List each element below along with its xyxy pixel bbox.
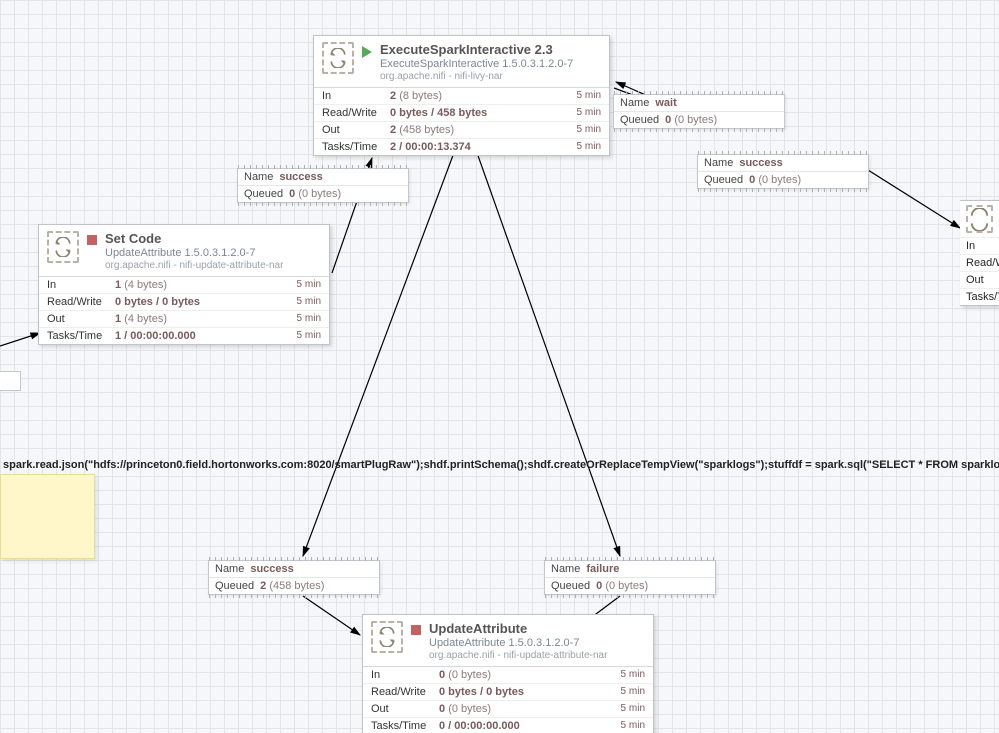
stat-value: 1 (4 bytes) (115, 313, 297, 325)
stat-label: Tasks/T (960, 288, 999, 305)
processor-type: UpdateAttribute 1.5.0.3.1.2.0-7 (105, 247, 283, 260)
connection-cutoff-left[interactable] (0, 371, 21, 391)
conn-label: Queued (551, 580, 590, 592)
processor-bundle: org.apache.nifi - nifi-update-attribute-… (105, 260, 283, 272)
stat-label: Out (371, 703, 439, 715)
stat-label: Out (322, 124, 390, 136)
stat-window: 5 min (577, 90, 601, 101)
conn-label: Queued (244, 188, 283, 200)
stat-label: In (47, 279, 115, 291)
stop-status-icon (411, 625, 421, 635)
conn-label: Name (551, 563, 580, 575)
conn-name: success (739, 157, 782, 169)
stat-label: In (371, 669, 439, 681)
stat-label: In (322, 90, 390, 102)
processor-title: ExecuteSparkInteractive 2.3 (380, 42, 573, 58)
stat-value: 0 (0 bytes) (439, 703, 621, 715)
conn-name: success (279, 171, 322, 183)
stat-label: Tasks/Time (322, 141, 390, 153)
conn-label: Queued (620, 114, 659, 126)
stat-window: 5 min (297, 296, 321, 307)
run-status-icon (362, 46, 372, 58)
stat-window: 5 min (297, 279, 321, 290)
stat-label: Tasks/Time (371, 720, 439, 732)
stat-value: 1 (4 bytes) (115, 279, 297, 291)
stat-label: Tasks/Time (47, 330, 115, 342)
stat-value: 0 / 00:00:00.000 (439, 720, 621, 732)
processor-bundle: org.apache.nifi - nifi-update-attribute-… (429, 650, 607, 662)
stat-label: In (960, 237, 999, 254)
stat-window: 5 min (577, 107, 601, 118)
stat-label: Read/Write (47, 296, 115, 308)
conn-name: failure (586, 563, 619, 575)
conn-queued: 0 (0 bytes) (289, 188, 341, 200)
processor-bundle: org.apache.nifi - nifi-livy-nar (380, 71, 573, 83)
stat-window: 5 min (621, 720, 645, 731)
stat-window: 5 min (297, 330, 321, 341)
stat-label: Read/Write (371, 686, 439, 698)
processor-update-attribute[interactable]: UpdateAttribute UpdateAttribute 1.5.0.3.… (362, 614, 654, 733)
conn-queued: 0 (0 bytes) (665, 114, 717, 126)
processor-cutoff-right[interactable]: In Read/W Out Tasks/T (960, 200, 999, 306)
stat-value: 2 (8 bytes) (390, 90, 577, 102)
processor-execute-spark[interactable]: ExecuteSparkInteractive 2.3 ExecuteSpark… (313, 35, 610, 156)
stat-label: Out (47, 313, 115, 325)
conn-label: Name (620, 97, 649, 109)
conn-queued: 0 (0 bytes) (749, 174, 801, 186)
conn-name: success (250, 563, 293, 575)
processor-type: UpdateAttribute 1.5.0.3.1.2.0-7 (429, 637, 607, 650)
stat-value: 0 bytes / 0 bytes (115, 296, 297, 308)
connection-success-2[interactable]: Name success Queued 0 (0 bytes) (697, 154, 869, 189)
processor-title: UpdateAttribute (429, 621, 607, 637)
stat-label: Read/Write (322, 107, 390, 119)
processor-icon (966, 205, 993, 233)
stat-value: 2 (458 bytes) (390, 124, 577, 136)
connection-success-1[interactable]: Name success Queued 0 (0 bytes) (237, 168, 409, 203)
code-snippet-label: spark.read.json("hdfs://princeton0.field… (0, 457, 999, 473)
conn-label: Queued (704, 174, 743, 186)
stat-value: 0 (0 bytes) (439, 669, 621, 681)
flow-canvas[interactable]: ExecuteSparkInteractive 2.3 ExecuteSpark… (0, 0, 999, 733)
conn-name: wait (655, 97, 676, 109)
stat-value: 2 / 00:00:13.374 (390, 141, 577, 153)
conn-label: Name (215, 563, 244, 575)
stat-window: 5 min (297, 313, 321, 324)
conn-label: Name (704, 157, 733, 169)
stat-window: 5 min (577, 141, 601, 152)
processor-type: ExecuteSparkInteractive 1.5.0.3.1.2.0-7 (380, 58, 573, 71)
connection-success-3[interactable]: Name success Queued 2 (458 bytes) (208, 560, 380, 595)
stat-window: 5 min (621, 669, 645, 680)
conn-label: Queued (215, 580, 254, 592)
conn-queued: 0 (0 bytes) (596, 580, 648, 592)
conn-queued: 2 (458 bytes) (260, 580, 324, 592)
conn-label: Name (244, 171, 273, 183)
stat-label: Read/W (960, 254, 999, 271)
stat-label: Out (960, 271, 999, 288)
stop-status-icon (87, 235, 97, 245)
processor-icon (371, 621, 403, 653)
processor-icon (47, 231, 79, 263)
connection-failure[interactable]: Name failure Queued 0 (0 bytes) (544, 560, 716, 595)
stat-value: 0 bytes / 458 bytes (390, 107, 577, 119)
stat-value: 1 / 00:00:00.000 (115, 330, 297, 342)
stat-window: 5 min (621, 686, 645, 697)
stat-window: 5 min (621, 703, 645, 714)
sticky-note[interactable] (0, 474, 95, 559)
processor-icon (322, 42, 354, 74)
processor-title: Set Code (105, 231, 283, 247)
stat-value: 0 bytes / 0 bytes (439, 686, 621, 698)
processor-set-code[interactable]: Set Code UpdateAttribute 1.5.0.3.1.2.0-7… (38, 224, 330, 345)
connection-wait[interactable]: Name wait Queued 0 (0 bytes) (613, 94, 785, 129)
stat-window: 5 min (577, 124, 601, 135)
